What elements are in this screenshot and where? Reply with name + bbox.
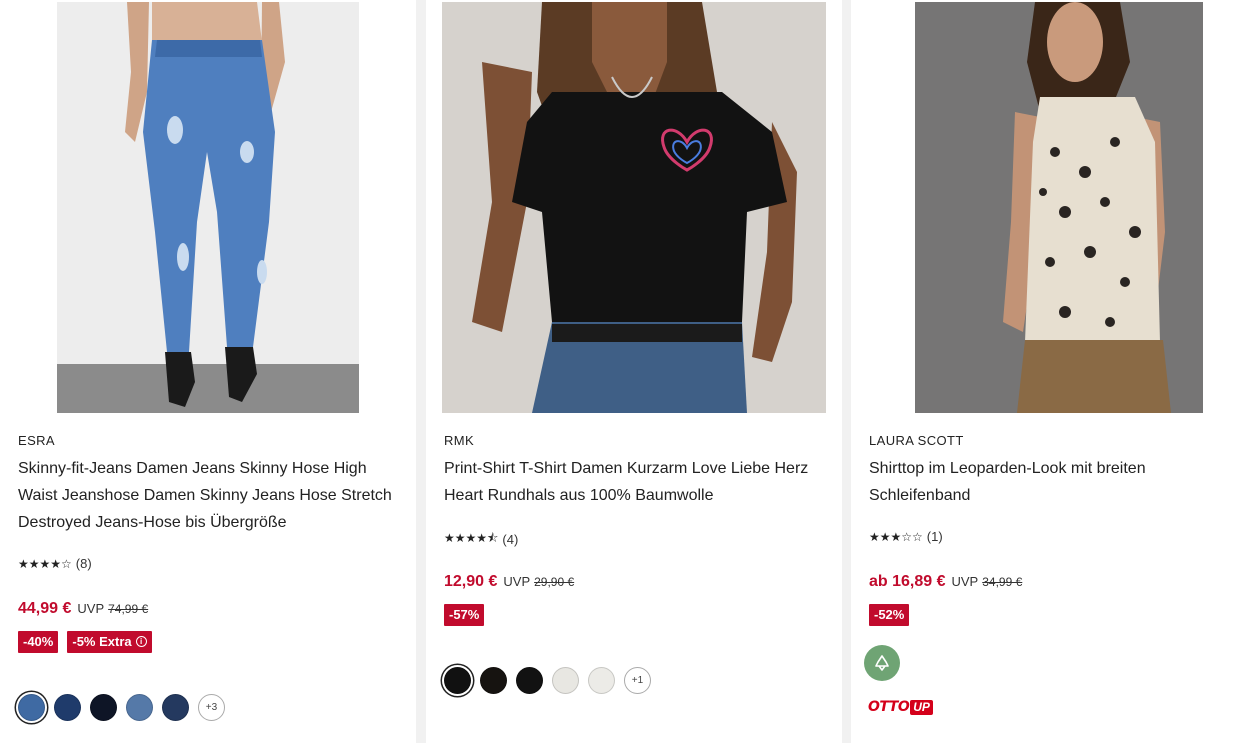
rating-stars-icon: ★★★★⯪ (444, 531, 499, 545)
extra-discount-badge[interactable]: -5% Extra i (67, 631, 152, 653)
uvp-label: UVP (503, 574, 531, 589)
otto-up-logo: OTTO UP (868, 698, 933, 716)
color-swatch[interactable] (480, 667, 507, 694)
color-swatch[interactable] (444, 667, 471, 694)
color-swatch[interactable] (552, 667, 579, 694)
color-swatch[interactable] (126, 694, 153, 721)
price-row: ab 16,89 € UVP 34,99 € (869, 573, 1022, 591)
discount-badges: -57% (444, 604, 485, 626)
product-rating: ★★★★☆ (8) (18, 556, 92, 571)
uvp-label: UVP (77, 601, 105, 616)
color-swatches: +3 (18, 694, 225, 721)
current-price: 12,90 € (444, 573, 498, 590)
product-rating: ★★★★⯪ (4) (444, 529, 518, 550)
product-image[interactable] (57, 2, 359, 413)
product-brand: RMK (444, 433, 475, 448)
product-grid: ESRA Skinny-fit-Jeans Damen Jeans Skinny… (0, 0, 1250, 743)
old-price: 74,99 € (108, 602, 149, 616)
product-title[interactable]: Skinny-fit-Jeans Damen Jeans Skinny Hose… (18, 455, 398, 536)
rating-stars-icon: ★★★☆☆ (869, 529, 923, 544)
uvp-label: UVP (951, 574, 979, 589)
current-price: 44,99 € (18, 600, 72, 617)
product-brand: ESRA (18, 433, 56, 448)
current-price: ab 16,89 € (869, 573, 946, 590)
rating-stars-icon: ★★★★☆ (18, 556, 72, 571)
color-swatch[interactable] (18, 694, 45, 721)
discount-badge: -52% (869, 604, 910, 626)
product-card[interactable]: LAURA SCOTT Shirttop im Leoparden-Look m… (851, 0, 1250, 743)
product-card[interactable]: RMK Print-Shirt T-Shirt Damen Kurzarm Lo… (426, 0, 842, 743)
product-image[interactable] (915, 2, 1203, 413)
product-title[interactable]: Shirttop im Leoparden-Look mit breiten S… (869, 455, 1249, 509)
extra-discount-label: -5% Extra (72, 634, 132, 649)
product-brand: LAURA SCOTT (869, 433, 964, 448)
old-price: 29,90 € (534, 575, 575, 589)
rating-count: (8) (75, 556, 92, 571)
discount-badges: -40% -5% Extra i (18, 631, 152, 653)
product-card[interactable]: ESRA Skinny-fit-Jeans Damen Jeans Skinny… (0, 0, 416, 743)
color-swatch[interactable] (516, 667, 543, 694)
rating-count: (1) (926, 529, 943, 544)
color-swatch[interactable] (90, 694, 117, 721)
more-colors-button[interactable]: +3 (198, 694, 225, 721)
product-title[interactable]: Print-Shirt T-Shirt Damen Kurzarm Love L… (444, 455, 824, 509)
color-swatches: +1 (444, 667, 651, 694)
product-image[interactable] (442, 2, 826, 413)
price-row: 44,99 € UVP 74,99 € (18, 600, 148, 618)
more-colors-button[interactable]: +1 (624, 667, 651, 694)
price-row: 12,90 € UVP 29,90 € (444, 573, 574, 591)
product-rating: ★★★☆☆ (1) (869, 529, 943, 544)
discount-badge: -40% (18, 631, 59, 653)
discount-badges: -52% (869, 604, 910, 626)
old-price: 34,99 € (982, 575, 1023, 589)
rating-count: (4) (502, 532, 519, 547)
color-swatch[interactable] (54, 694, 81, 721)
info-icon[interactable]: i (135, 636, 147, 647)
discount-badge: -57% (444, 604, 485, 626)
color-swatch[interactable] (162, 694, 189, 721)
recycle-icon[interactable] (864, 645, 900, 681)
color-swatch[interactable] (588, 667, 615, 694)
